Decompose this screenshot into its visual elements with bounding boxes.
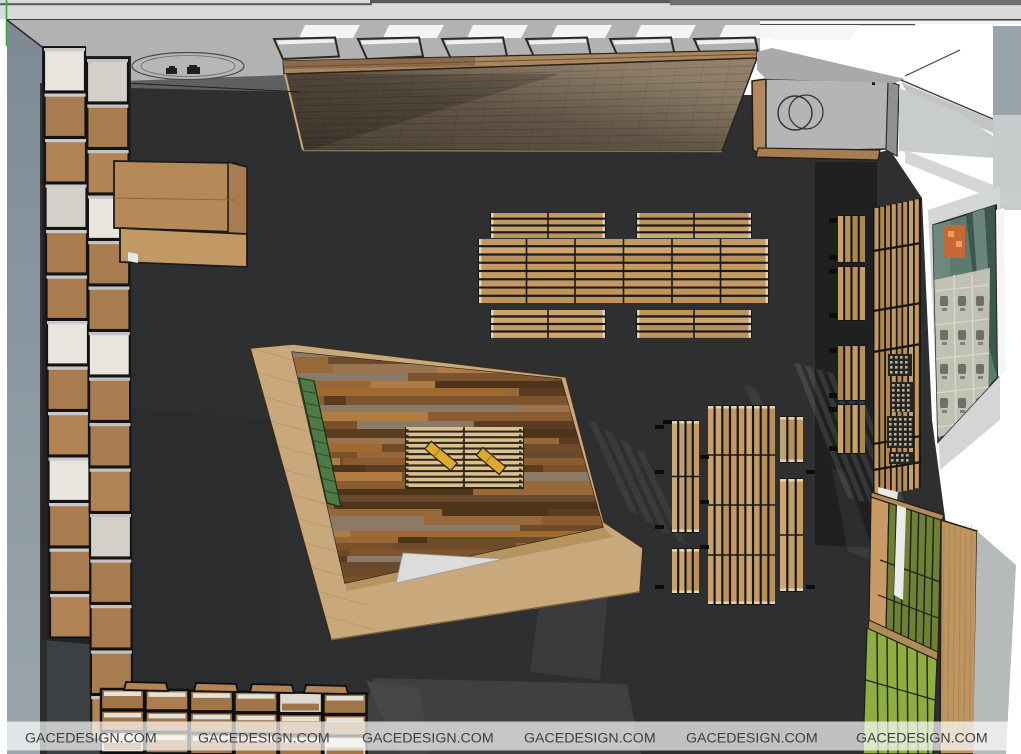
svg-text:GACEDESIGN.COM: GACEDESIGN.COM bbox=[25, 731, 157, 747]
svg-text:GACEDESIGN.COM: GACEDESIGN.COM bbox=[362, 731, 494, 747]
svg-text:GACEDESIGN.COM: GACEDESIGN.COM bbox=[198, 731, 330, 747]
svg-text:GACEDESIGN.COM: GACEDESIGN.COM bbox=[686, 731, 818, 747]
svg-text:GACEDESIGN.COM: GACEDESIGN.COM bbox=[524, 731, 656, 747]
svg-text:GACEDESIGN.COM: GACEDESIGN.COM bbox=[856, 731, 988, 747]
